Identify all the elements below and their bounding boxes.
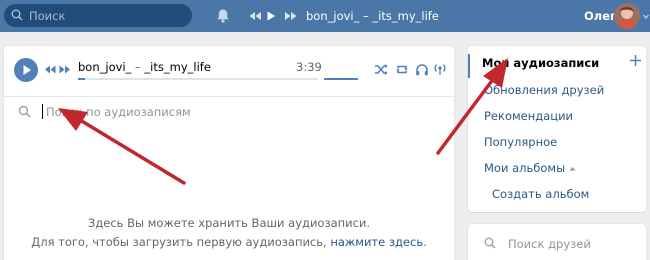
search-icon [18,105,31,118]
broadcast-icon[interactable] [434,63,446,76]
side-menu-friends-updates[interactable]: Обновления друзей [484,83,604,97]
empty-state-text: Здесь Вы можете хранить Ваши аудиозаписи… [87,216,371,230]
user-name[interactable]: Олег [584,9,616,23]
bell-icon[interactable] [216,8,230,24]
audio-search-input[interactable]: Поиск по аудиозаписям [46,105,191,119]
play-icon [23,65,31,75]
friends-search-input[interactable]: Поиск друзей [508,237,591,251]
audio-side-menu: Мои аудиозаписи Обновления друзей Рекоме… [468,46,646,212]
progress-bar[interactable] [78,78,318,80]
friends-search-panel: Поиск друзей [468,224,646,260]
track-artist: bon_jovi_ [78,60,132,74]
side-menu-popular[interactable]: Популярное [484,135,557,149]
caret-up-icon [569,167,576,171]
top-header: Поиск bon_jovi_ – _its_my_life Олег [0,0,650,32]
side-menu-create-album[interactable]: Создать альбом [492,187,589,201]
side-menu-recommendations[interactable]: Рекомендации [484,109,573,123]
headphones-icon[interactable] [415,63,429,76]
divider [4,96,454,97]
avatar-image [614,3,640,29]
plus-icon[interactable] [630,55,641,66]
track-separator: – [131,60,145,74]
empty-state-line2: Для того, чтобы загрузить первую аудиоза… [31,235,327,249]
global-search-input[interactable]: Поиск [4,4,192,27]
active-indicator [468,54,470,78]
next-icon[interactable] [59,64,71,75]
progress-fill [78,78,86,80]
track-title[interactable]: bon_jovi_ – _its_my_life [78,60,211,74]
text-cursor [42,104,43,119]
search-icon [484,237,496,249]
search-icon [11,9,23,21]
chevron-down-icon[interactable] [643,14,649,19]
global-search-placeholder: Поиск [29,9,66,23]
shuffle-icon[interactable] [374,63,388,76]
audio-panel: bon_jovi_ – _its_my_life 3:39 Поиск по а… [4,46,454,260]
track-name: _its_my_life [144,60,211,74]
volume-slider[interactable] [324,78,358,80]
side-menu-my-audio[interactable]: Мои аудиозаписи [482,56,599,70]
header-now-playing[interactable]: bon_jovi_ – _its_my_life [306,9,439,23]
upload-link[interactable]: нажмите здесь [330,235,423,249]
prev-icon[interactable] [248,10,262,22]
play-button[interactable] [14,58,38,82]
side-menu-my-albums[interactable]: Мои альбомы [484,161,576,175]
my-albums-label: Мои альбомы [484,161,566,175]
prev-icon[interactable] [44,64,56,75]
track-duration: 3:39 [296,60,322,74]
next-icon[interactable] [284,10,298,22]
empty-state-upload-hint: Для того, чтобы загрузить первую аудиоза… [31,235,427,249]
avatar[interactable] [614,3,640,29]
repeat-icon[interactable] [395,63,409,76]
play-icon[interactable] [266,10,276,22]
